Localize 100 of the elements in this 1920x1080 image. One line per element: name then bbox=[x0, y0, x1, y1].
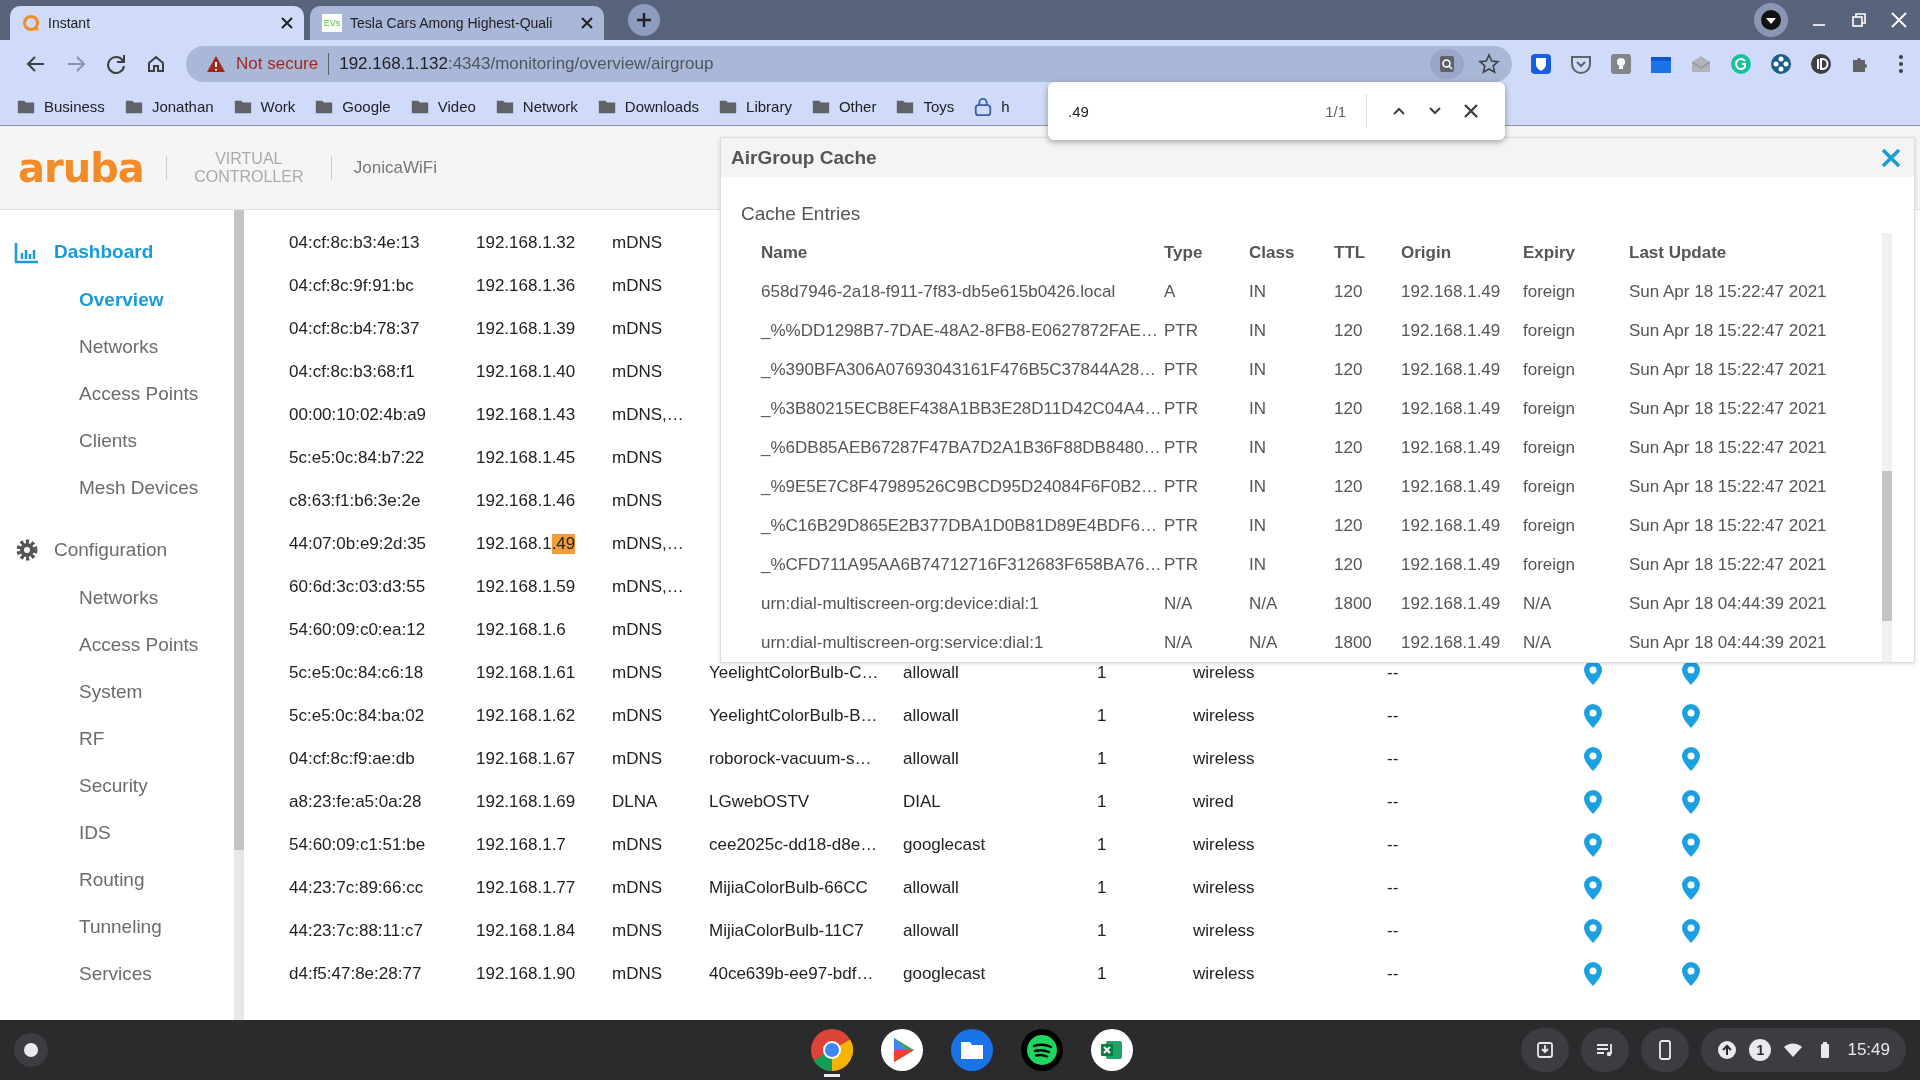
table-cell-text: N/A bbox=[1249, 592, 1279, 615]
sidebar-item[interactable]: RF bbox=[0, 714, 111, 761]
location-pin-icon[interactable] bbox=[1681, 831, 1701, 858]
location-pin-icon[interactable] bbox=[1681, 917, 1701, 944]
location-pin-icon[interactable] bbox=[1681, 745, 1701, 772]
sidebar-item[interactable]: Access Points bbox=[0, 620, 205, 667]
table-cell-text: wireless bbox=[1193, 833, 1256, 856]
sidebar-item[interactable]: System bbox=[0, 667, 149, 714]
table-cell-text: Sun Apr 18 15:22:47 2021 bbox=[1629, 319, 1828, 342]
bookmark[interactable]: Downloads bbox=[596, 96, 700, 117]
location-pin-icon[interactable] bbox=[1583, 917, 1603, 944]
sidebar-item[interactable]: Services bbox=[0, 949, 158, 996]
table-cell-text: allowall bbox=[903, 747, 960, 770]
table-cell-text: 192.168.1.49 bbox=[1401, 592, 1502, 615]
table-cell-text: urn:dial-multiscreen-org:service:dial:1 bbox=[760, 631, 1045, 654]
pocket-icon[interactable] bbox=[1570, 53, 1592, 75]
location-pin-icon[interactable] bbox=[1583, 960, 1603, 987]
tray-button[interactable] bbox=[1641, 1028, 1690, 1072]
sidebar-item[interactable]: IDS bbox=[0, 808, 117, 855]
sidebar-item[interactable]: Routing bbox=[0, 855, 151, 902]
table-cell-text: 192.168.1.49 bbox=[1401, 475, 1502, 498]
table-cell-text: wired bbox=[1193, 790, 1235, 813]
location-pin-icon[interactable] bbox=[1583, 745, 1603, 772]
table-cell-text: 192.168.1.49 bbox=[1401, 436, 1502, 459]
circle-icon bbox=[23, 1042, 39, 1058]
address-bar[interactable]: Not secure 192.168.1.132:4343/monitoring/overview/airgroup bbox=[186, 46, 1512, 82]
bookmark[interactable]: Toys bbox=[895, 96, 955, 117]
warning-icon bbox=[206, 55, 226, 73]
cross-dots-icon[interactable] bbox=[1770, 53, 1792, 75]
sidebar-item[interactable]: Mesh Devices bbox=[0, 463, 205, 510]
bookmark[interactable]: Business bbox=[16, 96, 105, 117]
lightbulb-icon[interactable] bbox=[1610, 53, 1632, 75]
bookmark[interactable]: Video bbox=[409, 96, 476, 117]
new-tab-button[interactable] bbox=[628, 4, 660, 36]
column-header: Class bbox=[1249, 241, 1296, 264]
table-cell-text: allowall bbox=[903, 704, 960, 727]
sidebar-item[interactable]: Security bbox=[0, 761, 154, 808]
shield-icon[interactable] bbox=[1530, 53, 1552, 75]
table-cell-text: -- bbox=[1387, 661, 1400, 684]
location-pin-icon[interactable] bbox=[1681, 960, 1701, 987]
find-in-page-button[interactable] bbox=[1430, 49, 1464, 79]
table-cell-text: wireless bbox=[1193, 704, 1256, 727]
star-icon[interactable] bbox=[1478, 53, 1500, 75]
table-cell-text: IN bbox=[1249, 514, 1267, 537]
bookmark[interactable]: Work bbox=[232, 96, 296, 117]
status-area[interactable]: 1 15:49 bbox=[1701, 1028, 1906, 1072]
sidebar-item[interactable]: Networks bbox=[0, 322, 165, 369]
table-cell-text: 54:60:09:c0:ea:12 bbox=[289, 618, 427, 641]
bookmark[interactable]: Jonathan bbox=[123, 96, 214, 117]
table-cell-text: d4:f5:47:8e:28:77 bbox=[289, 962, 423, 985]
bookmark[interactable]: Library bbox=[718, 96, 792, 117]
browser-tab[interactable]: Instant bbox=[10, 6, 304, 40]
location-pin-icon[interactable] bbox=[1681, 874, 1701, 901]
table-cell-text: mDNS bbox=[612, 489, 664, 512]
bookmark[interactable]: Network bbox=[494, 96, 578, 117]
table-cell-text: 54:60:09:c1:51:be bbox=[289, 833, 427, 856]
table-cell-text: 120 bbox=[1334, 553, 1364, 576]
location-pin-icon[interactable] bbox=[1583, 831, 1603, 858]
table-cell-text: -- bbox=[1387, 876, 1400, 899]
launcher-button[interactable] bbox=[14, 1033, 48, 1067]
table-cell-text: MijiaColorBulb-66CC bbox=[709, 876, 869, 899]
table-cell-text: Sun Apr 18 15:22:47 2021 bbox=[1629, 553, 1828, 576]
table-cell-text: googlecast bbox=[903, 833, 987, 856]
table-cell-text: 192.168.1.59 bbox=[476, 575, 577, 598]
media-control-button[interactable] bbox=[1754, 3, 1788, 37]
close-icon[interactable] bbox=[280, 16, 294, 30]
table-cell-text: 5c:e5:0c:84:b7:22 bbox=[289, 446, 426, 469]
table-cell-text: IN bbox=[1249, 397, 1267, 420]
tray-button[interactable] bbox=[1521, 1028, 1570, 1072]
table-cell-text: Sun Apr 18 04:44:39 2021 bbox=[1629, 592, 1828, 615]
sidebar-item[interactable]: Clients bbox=[0, 416, 144, 463]
bookmark[interactable]: h bbox=[973, 96, 1010, 117]
bookmark[interactable]: Other bbox=[810, 96, 877, 117]
envelope-icon[interactable] bbox=[1690, 53, 1712, 75]
sidebar-item[interactable]: Tunneling bbox=[0, 902, 168, 949]
location-pin-icon[interactable] bbox=[1583, 874, 1603, 901]
sidebar-section[interactable]: Configuration bbox=[0, 526, 174, 573]
sidebar-item[interactable]: Networks bbox=[0, 573, 165, 620]
scrollbar[interactable] bbox=[234, 210, 244, 1020]
ring-favicon-icon bbox=[22, 14, 40, 32]
restore-icon[interactable] bbox=[1850, 11, 1868, 29]
id-icon[interactable] bbox=[1810, 53, 1832, 75]
location-pin-icon[interactable] bbox=[1681, 788, 1701, 815]
clock: 15:49 bbox=[1847, 1040, 1890, 1060]
location-pin-icon[interactable] bbox=[1583, 788, 1603, 815]
location-pin-icon[interactable] bbox=[1681, 702, 1701, 729]
table-cell-text: _%CFD711A95AA6B74712716F312683F658BA76… bbox=[759, 553, 1163, 576]
table-cell-text: wireless bbox=[1193, 876, 1256, 899]
table-cell-text: foreign bbox=[1523, 280, 1576, 303]
sidebar-item[interactable]: Access Points bbox=[0, 369, 205, 416]
bookmark[interactable]: Google bbox=[314, 96, 391, 117]
location-pin-icon[interactable] bbox=[1583, 702, 1603, 729]
tray-button[interactable] bbox=[1581, 1028, 1630, 1072]
close-icon[interactable] bbox=[580, 16, 594, 30]
table-cell-text: mDNS bbox=[612, 360, 664, 383]
table-cell-text: 1 bbox=[1097, 962, 1108, 985]
table-cell-text: PTR bbox=[1164, 397, 1199, 420]
table-cell-text: Sun Apr 18 15:22:47 2021 bbox=[1629, 280, 1828, 303]
browser-tab[interactable]: EVs Tesla Cars Among Highest-Quali bbox=[310, 6, 604, 40]
scrollbar-thumb[interactable] bbox=[1882, 471, 1892, 621]
